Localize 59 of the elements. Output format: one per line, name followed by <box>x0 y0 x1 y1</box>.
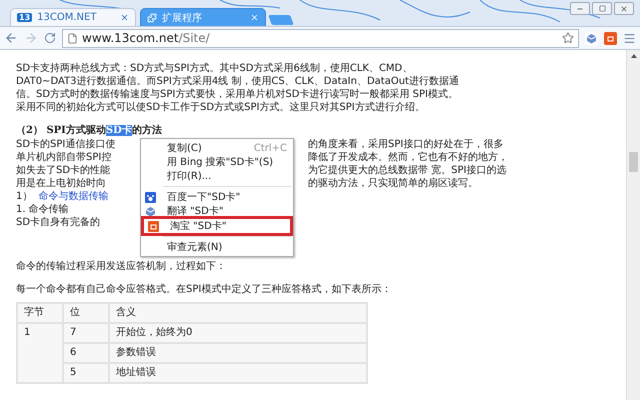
paragraph-text: 如失去了SD卡的性能 <box>16 164 112 177</box>
menu-icon[interactable] <box>623 32 636 44</box>
menu-item[interactable]: 打印(R)... <box>141 169 293 183</box>
scrollbar[interactable] <box>626 50 640 400</box>
menu-item[interactable]: 百度一下"SD卡" <box>141 190 293 204</box>
paragraph-text: SD卡的SPI通信接口使 <box>16 138 116 151</box>
browser-tab[interactable]: 13 13COM.NET <box>10 8 136 27</box>
paragraph-text: 用是在上电初始时向 <box>16 177 107 190</box>
address-bar[interactable]: www.13com.net/Site/ <box>62 28 579 48</box>
table-header-cell: 字节 <box>17 303 63 323</box>
new-tab-button[interactable] <box>268 15 294 25</box>
paragraph-text: 降低了开发成本。然而，它也有不好的地方， <box>308 151 508 164</box>
restore-button[interactable] <box>592 2 612 15</box>
menu-item[interactable]: 淘宝 "SD卡" <box>144 219 290 233</box>
scroll-up-icon[interactable] <box>630 54 636 58</box>
section-link[interactable]: 命令与数据传输 <box>38 191 108 202</box>
menu-item[interactable]: 用 Bing 搜索"SD卡"(S) <box>141 155 293 169</box>
puzzle-icon <box>147 12 157 22</box>
table-cell: 地址错误 <box>109 363 367 383</box>
table-cell: 7 <box>63 323 109 343</box>
page-icon <box>67 32 78 44</box>
paragraph-text: 命令的传输过程采用发送应答机制，过程如下： <box>16 260 226 273</box>
paragraph-text: 的驱动方法，只实现简单的扇区读写。 <box>308 177 478 190</box>
list-number: 1） <box>16 191 32 202</box>
site-logo-icon: 13 <box>17 13 32 22</box>
paragraph-text: SD卡自身有完备的 <box>16 216 100 229</box>
restore-icon <box>598 5 606 12</box>
url-text: www.13com.net/Site/ <box>82 31 211 45</box>
close-button[interactable] <box>614 2 634 15</box>
paragraph-text: 的角度来看，采用SPI接口的好处在于，很多 <box>308 138 504 151</box>
shop-extension-icon[interactable] <box>604 32 617 44</box>
paragraph-text: 每一个命令都有自己命令应答格式。在SPI模式中定义了三种应答格式，如下表所示： <box>16 283 392 296</box>
table-cell: 开始位，始终为0 <box>109 323 367 343</box>
table-cell: 5 <box>63 363 109 383</box>
cube-extension-icon[interactable] <box>585 32 598 44</box>
table-cell: 6 <box>63 343 109 363</box>
section-heading: （2） SPI方式驱动SD卡的方法 <box>16 124 162 137</box>
cube-icon <box>586 32 597 44</box>
paw-icon <box>145 192 156 202</box>
table-header-cell: 含义 <box>109 303 367 323</box>
close-icon <box>620 4 628 12</box>
menu-item[interactable]: 复制(C) Ctrl+C <box>141 141 293 155</box>
reload-icon[interactable] <box>44 32 56 44</box>
paragraph-text: 为它提供更大的总线数据带 宽。SPI接口的选 <box>308 164 507 177</box>
table-cell: 参数错误 <box>109 343 367 363</box>
cube-icon <box>145 206 156 216</box>
table-cell: 1 <box>17 323 63 383</box>
close-icon[interactable] <box>120 13 129 22</box>
shop-icon <box>148 220 159 232</box>
star-icon[interactable] <box>562 32 574 44</box>
back-icon[interactable] <box>4 31 18 45</box>
table-header-cell: 位 <box>63 303 109 323</box>
paragraph-text: 单片机内部自带SPI控 <box>16 151 112 164</box>
subsection-heading: 1. 命令传输 <box>16 203 69 216</box>
minimize-button[interactable] <box>570 2 590 15</box>
menu-item[interactable]: 翻译 "SD卡" <box>141 204 293 218</box>
menu-item[interactable]: 审查元素(N) <box>141 240 293 254</box>
scroll-thumb[interactable] <box>629 152 638 172</box>
paragraph: SD卡支持两种总线方式：SD方式与SPI方式。其中SD方式采用6线制，使用CLK、CMD、DAT0~DAT3进行数据通信。而SPI方式采用4线 制，使用CS、CLK、DataIn、DataOut进行数据通信。SD方式时的数据传输速度与SPI方式要快，采用单片机对SD卡进行读写时一般都采用 SPI模式。采用不同的初始化方式可以使SD卡工作于SD方式或SPI方式。这里只对其SPI方式进行介绍。 <box>16 62 460 114</box>
